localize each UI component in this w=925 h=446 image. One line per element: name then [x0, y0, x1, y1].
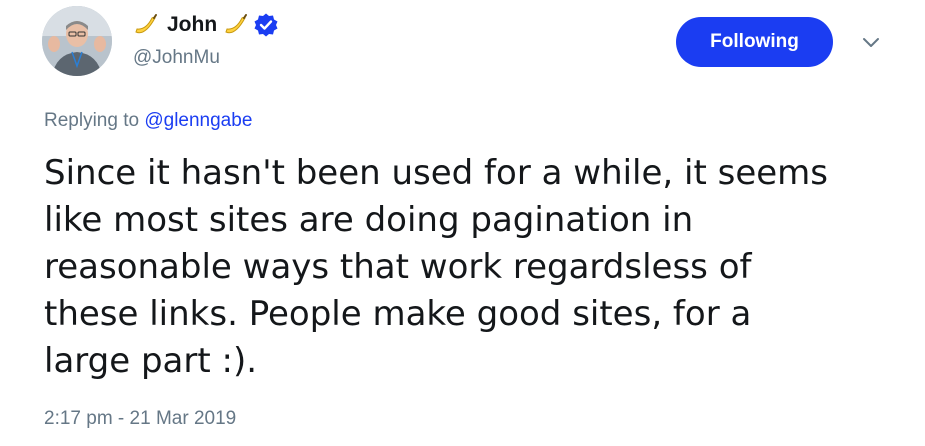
author-name-row[interactable]: John: [133, 10, 279, 40]
reply-mention-link[interactable]: @glenngabe: [144, 110, 252, 131]
chevron-down-icon[interactable]: [860, 32, 882, 52]
tweet-card: John @JohnMu Following Replying to @glen…: [0, 0, 925, 446]
banana-icon: [223, 12, 249, 38]
avatar[interactable]: [42, 6, 112, 76]
banana-icon: [133, 12, 159, 38]
avatar-image: [42, 6, 112, 76]
following-button[interactable]: Following: [676, 17, 833, 67]
author-handle[interactable]: @JohnMu: [133, 47, 220, 69]
display-name[interactable]: John: [167, 13, 217, 37]
tweet-text: Since it hasn't been used for a while, i…: [44, 153, 829, 381]
verified-badge-icon: [253, 12, 279, 38]
reply-context: Replying to @glenngabe: [44, 110, 252, 132]
tweet-timestamp[interactable]: 2:17 pm - 21 Mar 2019: [44, 408, 236, 430]
reply-prefix: Replying to: [44, 110, 140, 131]
